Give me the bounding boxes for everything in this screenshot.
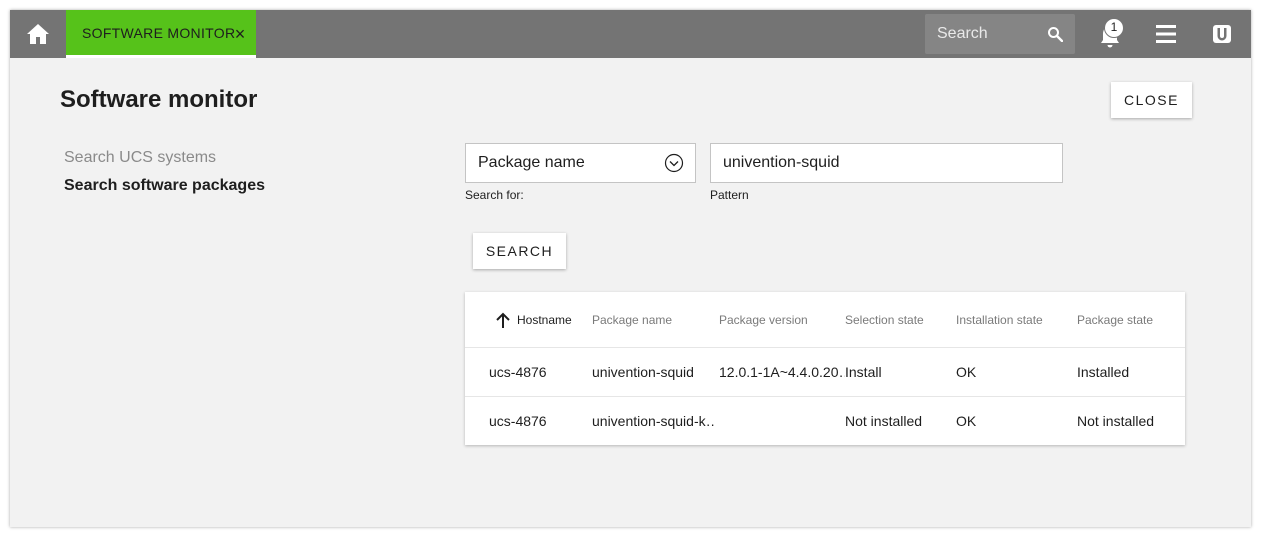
results-table: Hostname Package name Package version Se… [465,292,1185,445]
column-header-hostname[interactable]: Hostname [495,292,588,347]
search-for-value: Package name [478,154,585,171]
cell-hostname: ucs-4876 [489,364,547,380]
search-button[interactable]: SEARCH [473,233,566,269]
home-button[interactable] [10,10,66,58]
column-header-package-version[interactable]: Package version [719,292,845,347]
cell-selection-state: Not installed [845,413,923,429]
search-input[interactable] [925,14,1043,54]
table-row[interactable]: ucs-4876 univention-squid-k… Not install… [465,397,1185,445]
column-header-selection-state[interactable]: Selection state [845,292,951,347]
search-icon[interactable] [1047,26,1063,42]
cell-package-version: 12.0.1-1A~4.4.0.20… [719,364,845,380]
cell-installation-state: OK [956,364,977,380]
column-header-installation-state[interactable]: Installation state [956,292,1072,347]
tab-label: SOFTWARE MONITOR [82,24,236,41]
close-button[interactable]: CLOSE [1111,82,1192,118]
cell-selection-state: Install [845,364,882,380]
sort-ascending-arrow-icon [496,312,510,328]
tab-close-icon[interactable]: × [232,24,248,44]
pattern-label: Pattern [710,188,749,202]
search-for-select[interactable]: Package name [465,143,696,183]
column-header-package-state[interactable]: Package state [1077,292,1177,347]
search-for-label: Search for: [465,188,524,202]
univention-logo-icon [1213,25,1231,43]
table-header: Hostname Package name Package version Se… [465,292,1185,348]
cell-package-name: univention-squid [592,364,694,380]
column-header-package-name[interactable]: Package name [592,292,714,347]
app-window: SOFTWARE MONITOR × 1 Software monitor CL… [10,10,1251,527]
cell-hostname: ucs-4876 [489,413,547,429]
pattern-input[interactable] [710,143,1063,183]
menu-icon[interactable] [1155,24,1177,44]
cell-installation-state: OK [956,413,977,429]
home-icon [27,24,49,44]
chevron-down-icon [664,153,684,173]
column-header-label: Hostname [517,312,572,327]
cell-package-state: Not installed [1077,413,1155,429]
page-title: Software monitor [60,86,258,113]
cell-package-name: univention-squid-k… [592,413,714,429]
sidebar-item-search-ucs-systems[interactable]: Search UCS systems [64,149,216,167]
cell-package-version [719,397,845,445]
notification-count-badge: 1 [1104,18,1124,38]
table-row[interactable]: ucs-4876 univention-squid 12.0.1-1A~4.4.… [465,348,1185,397]
tab-software-monitor[interactable]: SOFTWARE MONITOR × [66,10,256,58]
cell-package-state: Installed [1077,364,1130,380]
global-search [925,14,1075,54]
sidebar-item-search-software-packages[interactable]: Search software packages [64,177,265,195]
top-bar: SOFTWARE MONITOR × 1 [10,10,1251,58]
